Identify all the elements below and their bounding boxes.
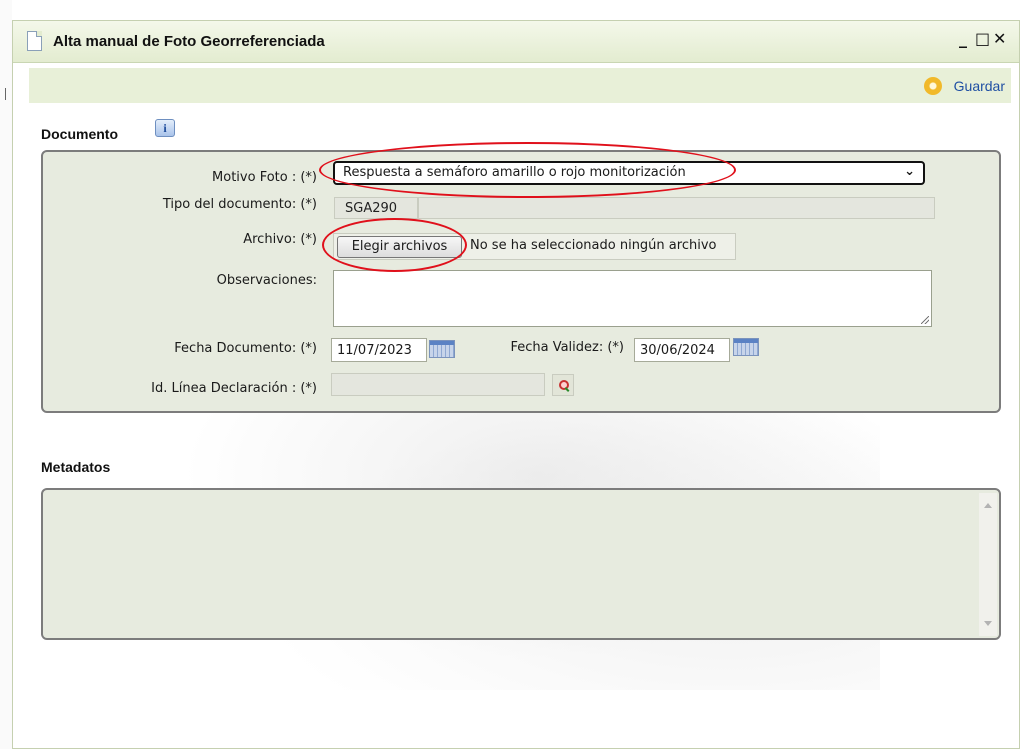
close-icon[interactable]: ✕: [993, 29, 1006, 49]
fecha-validez-input[interactable]: 30/06/2024: [634, 338, 730, 362]
metadatos-panel: [41, 488, 1001, 640]
minimize-icon[interactable]: _: [959, 29, 967, 49]
observaciones-textarea[interactable]: [333, 270, 932, 327]
fecha-documento-input[interactable]: 11/07/2023: [331, 338, 427, 362]
id-linea-label: Id. Línea Declaración : (*): [151, 381, 317, 396]
observaciones-label: Observaciones:: [216, 273, 317, 288]
save-button[interactable]: Guardar: [923, 74, 1005, 98]
info-icon[interactable]: i: [155, 119, 175, 137]
toolbar: Guardar: [29, 68, 1011, 103]
search-icon[interactable]: [552, 374, 574, 396]
maximize-icon[interactable]: □: [975, 29, 990, 49]
file-input: Elegir archivos No se ha seleccionado ni…: [333, 233, 736, 260]
choose-files-button[interactable]: Elegir archivos: [337, 236, 462, 258]
motivo-foto-value: Respuesta a semáforo amarillo o rojo mon…: [343, 165, 686, 180]
tipo-documento-code: SGA290: [334, 197, 418, 219]
scroll-down-icon[interactable]: [984, 621, 992, 626]
calendar-icon[interactable]: [429, 340, 455, 358]
fecha-documento-label: Fecha Documento: (*): [174, 341, 317, 356]
fecha-validez-label: Fecha Validez: (*): [510, 340, 624, 355]
motivo-foto-label: Motivo Foto : (*): [212, 170, 317, 185]
resize-grip-icon[interactable]: [921, 316, 929, 324]
dialog-title: Alta manual de Foto Georreferenciada: [53, 33, 325, 50]
dialog-titlebar[interactable]: Alta manual de Foto Georreferenciada _ □…: [13, 21, 1019, 63]
background-mark: [5, 88, 6, 100]
chevron-down-icon: ⌄: [904, 164, 915, 179]
save-disc-icon: [923, 77, 942, 95]
file-status: No se ha seleccionado ningún archivo: [470, 238, 717, 253]
section-title-documento: Documento: [41, 126, 118, 142]
tipo-documento-description: [418, 197, 935, 219]
motivo-foto-select[interactable]: Respuesta a semáforo amarillo o rojo mon…: [333, 161, 925, 185]
section-title-metadatos: Metadatos: [41, 459, 111, 475]
calendar-icon[interactable]: [733, 338, 759, 356]
document-icon: [27, 31, 42, 51]
tipo-documento-label: Tipo del documento: (*): [162, 197, 317, 212]
scroll-up-icon[interactable]: [984, 503, 992, 508]
background-edge: [0, 0, 12, 749]
id-linea-input[interactable]: [331, 373, 545, 396]
save-button-label: Guardar: [953, 78, 1005, 94]
scrollbar[interactable]: [979, 493, 997, 636]
archivo-label: Archivo: (*): [243, 232, 317, 247]
